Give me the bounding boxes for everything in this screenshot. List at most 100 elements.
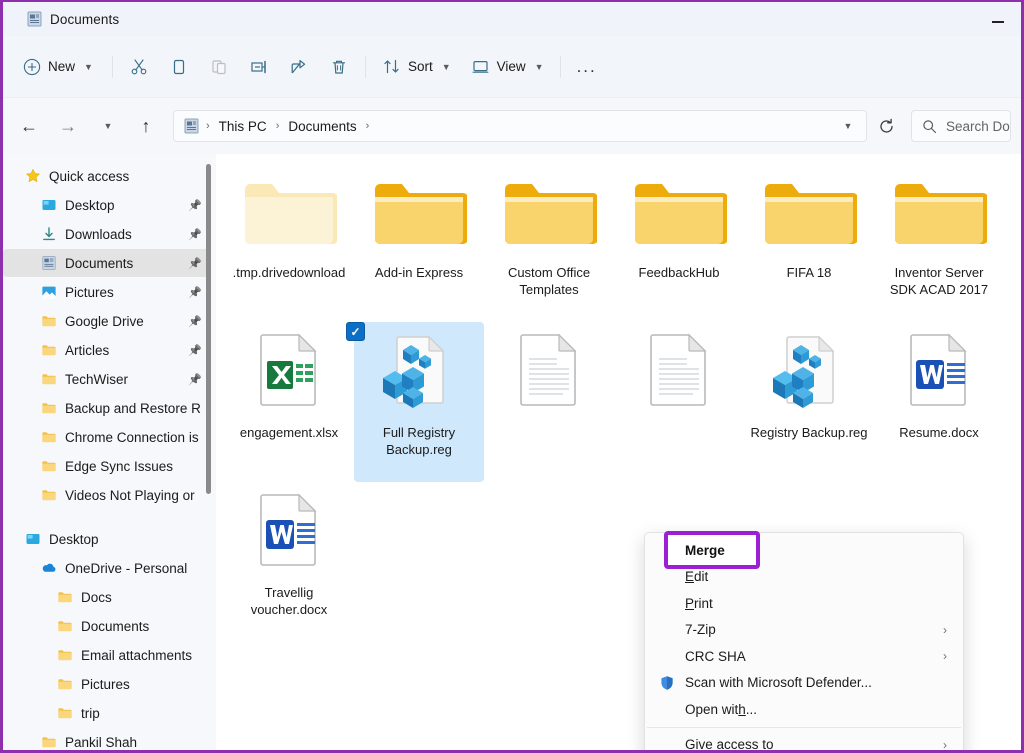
sidebar-item-documents[interactable]: Documents	[3, 612, 210, 640]
file-item[interactable]: Inventor Server SDK ACAD 2017	[874, 162, 1004, 322]
explorer-tab-documents[interactable]: Documents	[17, 8, 129, 30]
address-dropdown-button[interactable]: ▼	[832, 112, 862, 140]
context-menu-item-open-with[interactable]: Open with...	[645, 696, 963, 723]
pictures-icon	[41, 284, 57, 300]
sort-icon	[382, 57, 401, 76]
sidebar-item-articles[interactable]: Articles 📌	[3, 336, 210, 364]
file-item[interactable]: ✓ Full Registry Backup.reg	[346, 322, 484, 482]
file-name-label: FeedbackHub	[638, 265, 720, 280]
file-item[interactable]: .tmp.drivedownload	[224, 162, 354, 322]
file-name-label: Add-in Express	[374, 265, 464, 280]
context-menu-item-label: Edit	[685, 569, 709, 585]
cut-button[interactable]	[119, 50, 159, 84]
folder-icon	[41, 400, 57, 416]
context-menu-item-crc-sha[interactable]: CRC SHA ›	[645, 643, 963, 670]
sidebar-item-google-drive[interactable]: Google Drive 📌	[3, 307, 210, 335]
sidebar-item-desktop[interactable]: Desktop 📌	[3, 191, 210, 219]
up-button[interactable]: ↑	[129, 110, 163, 142]
file-item[interactable]: Add-in Express	[354, 162, 484, 322]
file-item[interactable]: FeedbackHub	[614, 162, 744, 322]
paste-button[interactable]	[199, 50, 239, 84]
pin-icon[interactable]: 📌	[188, 286, 202, 299]
pin-icon[interactable]: 📌	[188, 257, 202, 270]
pin-icon[interactable]: 📌	[188, 315, 202, 328]
view-icon	[471, 57, 490, 76]
chevron-down-icon: ▼	[84, 61, 93, 72]
file-item[interactable]	[614, 322, 744, 482]
file-item[interactable]: Resume.docx	[874, 322, 1004, 482]
word-icon	[240, 490, 338, 576]
toolbar-divider	[559, 55, 561, 78]
more-options-button[interactable]: ...	[567, 50, 607, 84]
pin-icon[interactable]: 📌	[188, 199, 202, 212]
view-button[interactable]: View ▼	[461, 50, 554, 84]
recent-locations-button[interactable]: ▼	[90, 110, 124, 142]
file-item[interactable]: engagement.xlsx	[224, 322, 354, 482]
context-menu-item-print[interactable]: Print	[645, 590, 963, 617]
file-name-label: engagement.xlsx	[239, 425, 339, 440]
sidebar-item-pictures[interactable]: Pictures	[3, 670, 210, 698]
address-bar[interactable]: › This PC › Documents › ▼	[173, 110, 867, 142]
sidebar-item-label: Pankil Shah	[65, 734, 138, 750]
context-menu-item-label: CRC SHA	[685, 648, 746, 664]
sidebar-item-label: Documents	[81, 618, 150, 634]
address-bar-actions: ▼	[832, 112, 862, 140]
new-button[interactable]: New ▼	[13, 50, 106, 84]
file-list-pane[interactable]: .tmp.drivedownload Add-in Express Custom O…	[216, 154, 1021, 750]
sort-button[interactable]: Sort ▼	[372, 50, 461, 84]
refresh-button[interactable]	[871, 112, 901, 140]
sidebar-item-docs[interactable]: Docs	[3, 583, 210, 611]
sidebar-item-edge-sync-issues[interactable]: Edge Sync Issues	[3, 452, 210, 480]
breadcrumb-item-this-pc[interactable]: This PC	[213, 116, 273, 137]
file-name-label: Resume.docx	[899, 425, 979, 440]
file-item[interactable]: FIFA 18	[744, 162, 874, 322]
selection-checkbox[interactable]: ✓	[346, 322, 365, 341]
pin-icon[interactable]: 📌	[188, 373, 202, 386]
context-menu-item-scan-with-microsoft-defender[interactable]: Scan with Microsoft Defender...	[645, 670, 963, 697]
view-button-label: View	[496, 59, 526, 74]
sidebar-item-label: Pictures	[81, 676, 130, 692]
forward-button[interactable]: →	[51, 110, 85, 142]
sidebar-item-label: trip	[81, 705, 100, 721]
context-menu-item-7-zip[interactable]: 7-Zip ›	[645, 617, 963, 644]
navigation-pane: Quick access Desktop 📌 Downloads 📌 Documents 📌…	[3, 154, 216, 750]
sidebar-item-onedrive-personal[interactable]: OneDrive - Personal	[3, 554, 210, 582]
sidebar-item-desktop[interactable]: Desktop	[3, 525, 210, 553]
context-menu-item-give-access-to[interactable]: Give access to ›	[645, 732, 963, 750]
sidebar-item-email-attachments[interactable]: Email attachments	[3, 641, 210, 669]
sidebar-item-quick-access[interactable]: Quick access	[3, 162, 210, 190]
search-input[interactable]: Search Documents	[911, 110, 1011, 142]
file-item[interactable]: Custom Office Templates	[484, 162, 614, 322]
sidebar-item-pankil-shah[interactable]: Pankil Shah	[3, 728, 210, 750]
file-name-label: Travellig voucher.docx	[250, 585, 328, 617]
pin-icon[interactable]: 📌	[188, 228, 202, 241]
file-item[interactable]: Travellig voucher.docx	[224, 482, 354, 642]
copy-icon	[169, 57, 189, 77]
sidebar-item-techwiser[interactable]: TechWiser 📌	[3, 365, 210, 393]
navigation-scrollbar[interactable]	[206, 164, 211, 494]
sidebar-item-trip[interactable]: trip	[3, 699, 210, 727]
rename-button[interactable]	[239, 50, 279, 84]
file-name-label: Registry Backup.reg	[750, 425, 868, 440]
address-bar-row: ← → ▼ ↑ › This PC › Documents › ▼ Search…	[3, 98, 1021, 154]
minimize-button[interactable]	[975, 2, 1021, 32]
share-button[interactable]	[279, 50, 319, 84]
sidebar-item-downloads[interactable]: Downloads 📌	[3, 220, 210, 248]
breadcrumb-item-documents[interactable]: Documents	[282, 116, 362, 137]
file-item[interactable]	[484, 322, 614, 482]
desktop-icon	[25, 531, 41, 547]
back-button[interactable]: ←	[12, 110, 46, 142]
copy-button[interactable]	[159, 50, 199, 84]
window-controls	[975, 2, 1021, 36]
sidebar-item-videos-not-playing-or[interactable]: Videos Not Playing or	[3, 481, 210, 509]
sidebar-item-chrome-connection-is[interactable]: Chrome Connection is	[3, 423, 210, 451]
file-item[interactable]: Registry Backup.reg	[744, 322, 874, 482]
context-menu-item-label: Print	[685, 595, 713, 611]
sidebar-item-backup-and-restore-r[interactable]: Backup and Restore R	[3, 394, 210, 422]
nav-group-gap	[3, 510, 216, 524]
pin-icon[interactable]: 📌	[188, 344, 202, 357]
file-name-label: Custom Office Templates	[507, 265, 591, 297]
sidebar-item-documents[interactable]: Documents 📌	[3, 249, 210, 277]
sidebar-item-pictures[interactable]: Pictures 📌	[3, 278, 210, 306]
delete-button[interactable]	[319, 50, 359, 84]
